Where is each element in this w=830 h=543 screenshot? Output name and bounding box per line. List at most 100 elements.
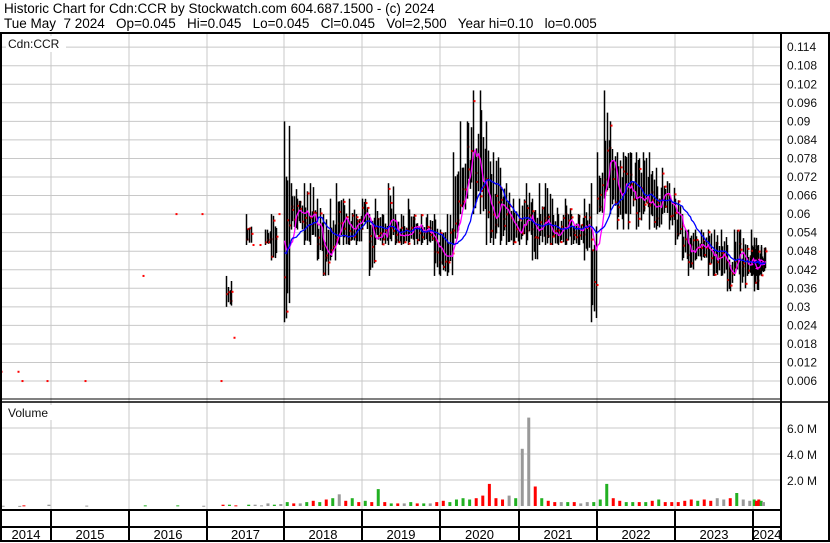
volume-bar [468,499,472,506]
volume-bar [448,502,452,506]
close-tick [259,244,262,247]
volume-bar [260,505,264,507]
volume-bar [85,505,89,507]
close-tick [591,238,594,241]
volume-bar [650,500,654,506]
close-tick [617,218,620,221]
volume-bar [507,495,511,506]
volume-bar [520,448,524,506]
volume-bar [474,498,478,506]
volume-bar [618,500,622,506]
volume-bar [689,499,693,506]
volume-bar [579,503,583,506]
close-tick [664,185,667,188]
grid-lines [0,34,781,541]
price-bars [0,90,768,383]
volume-bar [143,505,147,507]
close-tick [480,195,483,198]
price-tick-label: 0.072 [787,170,817,184]
year-label: 2016 [154,527,183,542]
volume-bar [357,502,361,506]
close-tick [278,213,281,216]
volume-bar [253,504,257,506]
volume-bar [722,499,726,506]
volume-bar [234,505,238,507]
volume-bar [389,503,393,506]
volume-bar [585,502,589,506]
close-tick [343,200,346,203]
volume-bar [631,502,635,506]
price-tick-label: 0.054 [787,226,817,240]
volume-bar [494,498,498,506]
close-tick [367,206,370,209]
close-tick [307,192,310,195]
chart-frame [0,32,830,542]
volume-tick-label: 6.0 M [787,422,817,436]
year-label: 2024 [753,527,782,542]
volume-bar [514,498,518,506]
close-tick [142,274,145,277]
close-tick [252,244,255,247]
volume-bar [533,486,537,506]
price-tick-label: 0.012 [787,356,817,370]
volume-bar [546,500,550,506]
volume-bar [715,498,719,506]
close-tick [21,380,24,383]
close-tick [175,213,178,216]
volume-panel-label: Volume [8,406,48,420]
year-axis: 2014 2015 2016 2017 2018 2019 2020 2021 2022 2023… [12,527,782,542]
close-tick [231,290,234,293]
close-tick [620,166,623,169]
year-label: 2023 [700,527,729,542]
volume-bar [644,502,648,506]
volume-bar [461,498,465,506]
volume-bar [402,503,406,506]
volume-bar [637,502,641,506]
close-tick [220,380,223,383]
close-tick [414,214,417,217]
volume-bar [279,504,283,506]
volume-bar [702,499,706,506]
volume-bar [540,498,544,506]
close-tick [678,200,681,203]
close-tick [560,241,563,244]
close-tick [765,250,768,253]
close-tick [714,273,717,276]
close-tick [740,248,743,251]
stock-chart: Historic Chart for Cdn:CCR by Stockwatch… [0,1,830,542]
volume-bar [762,502,765,506]
volume-bar [344,500,348,506]
volume-bar [292,503,296,506]
year-label: 2019 [387,527,416,542]
volume-bar [592,502,596,506]
volume-bar [598,499,602,506]
volume-bar [350,498,354,506]
price-tick-label: 0.096 [787,96,817,110]
year-label: 2015 [76,527,105,542]
volume-bar [527,417,531,506]
volume-bar [605,483,609,506]
price-tick-label: 0.024 [787,318,817,332]
volume-bar [454,499,458,506]
volume-bar [657,499,661,506]
volume-bar [487,483,491,506]
volume-bar [396,503,400,506]
price-tick-label: 0.084 [787,133,817,147]
volume-bar [202,505,206,507]
close-tick [758,250,761,253]
volume-bar [441,500,445,506]
volume-bar [311,500,315,506]
chart-title: Historic Chart for Cdn:CCR by Stockwatch… [4,1,435,16]
volume-bar [22,505,26,507]
year-label: 2014 [12,527,41,542]
close-tick [708,231,711,234]
volume-bar [735,493,739,506]
close-tick [448,261,451,264]
close-tick [328,261,331,264]
volume-bars [1,417,765,507]
close-tick [17,370,20,373]
volume-bar [383,502,387,506]
quote-summary: Tue May 7 2024 Op=0.045 Hi=0.045 Lo=0.04… [4,16,597,31]
volume-bar [221,504,225,506]
volume-bar [624,502,628,506]
